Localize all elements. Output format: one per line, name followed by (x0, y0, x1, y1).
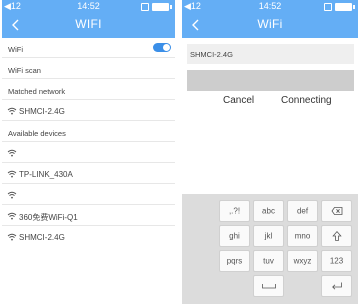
connect-button[interactable]: Connecting (281, 95, 332, 106)
status-time: 14:52 (77, 1, 100, 11)
title-bar: WiFi (182, 13, 358, 38)
network-ssid: 360免费WiFi-Q1 (19, 213, 78, 222)
ssid-value: SHMCI-2.4G (190, 50, 233, 59)
status-bar: ◀12 14:52 (182, 0, 358, 13)
key-pqrs[interactable]: pqrs (219, 250, 250, 272)
cancel-button[interactable]: Cancel (223, 95, 254, 106)
available-devices-label: Available devices (8, 129, 66, 138)
network-list-item[interactable]: 360免费WiFi-Q1 (2, 206, 175, 226)
key-ghi[interactable]: ghi (219, 225, 250, 247)
wifi-signal-icon (7, 170, 17, 178)
network-list-item[interactable]: TP-LINK_430A (2, 164, 175, 184)
wifi-toggle-row: WiFi (2, 38, 175, 58)
network-list-item[interactable] (2, 143, 175, 163)
wifi-toggle[interactable] (153, 43, 171, 52)
wifi-scan-label: WiFi scan (8, 66, 41, 75)
network-ssid: TP-LINK_430A (19, 170, 73, 179)
matched-network-ssid: SHMCI-2.4G (19, 107, 65, 116)
key-def[interactable]: def (287, 200, 318, 222)
page-title: WiFi (257, 17, 283, 31)
wifi-connect-screen: ◀12 14:52 WiFi SHMCI-2.4G Cancel Connect… (182, 0, 358, 304)
enter-key[interactable] (321, 275, 352, 297)
network-list-item[interactable] (2, 185, 175, 205)
matched-network-item[interactable]: SHMCI-2.4G (2, 101, 175, 121)
shift-icon (332, 231, 341, 241)
keyboard: ,.?! abc def ghi jkl mno pqrs tuv wxyz 1… (182, 194, 358, 304)
backspace-icon (331, 207, 342, 215)
wifi-signal-icon (7, 191, 17, 199)
key-punctuation[interactable]: ,.?! (219, 200, 250, 222)
wifi-signal-icon (7, 233, 17, 241)
key-wxyz[interactable]: wxyz (287, 250, 318, 272)
wifi-signal-icon (7, 212, 17, 220)
key-jkl[interactable]: jkl (253, 225, 284, 247)
key-tuv[interactable]: tuv (253, 250, 284, 272)
battery-icon (324, 3, 355, 11)
title-bar: WIFI (2, 13, 175, 38)
key-123[interactable]: 123 (321, 250, 352, 272)
ssid-field: SHMCI-2.4G (187, 44, 354, 64)
password-input[interactable] (187, 70, 354, 91)
wifi-list-screen: ◀12 14:52 WIFI WiFi WiFi scan Matched ne… (2, 0, 175, 304)
network-list-item[interactable]: SHMCI-2.4G (2, 227, 175, 247)
enter-icon (331, 282, 342, 290)
battery-icon (141, 3, 172, 11)
key-mno[interactable]: mno (287, 225, 318, 247)
backspace-key[interactable] (321, 200, 352, 222)
page-title: WIFI (75, 17, 102, 31)
available-devices-header: Available devices (2, 122, 175, 142)
status-bar: ◀12 14:52 (2, 0, 175, 13)
wifi-scan-row[interactable]: WiFi scan (2, 59, 175, 79)
shift-key[interactable] (321, 225, 352, 247)
wifi-signal-icon (7, 149, 17, 157)
matched-network-header: Matched network (2, 80, 175, 100)
key-abc[interactable]: abc (253, 200, 284, 222)
wifi-label: WiFi (8, 45, 23, 54)
wifi-signal-icon (7, 107, 17, 115)
space-key[interactable] (253, 275, 284, 297)
matched-network-label: Matched network (8, 87, 66, 96)
network-ssid: SHMCI-2.4G (19, 233, 65, 242)
space-icon (261, 284, 276, 289)
